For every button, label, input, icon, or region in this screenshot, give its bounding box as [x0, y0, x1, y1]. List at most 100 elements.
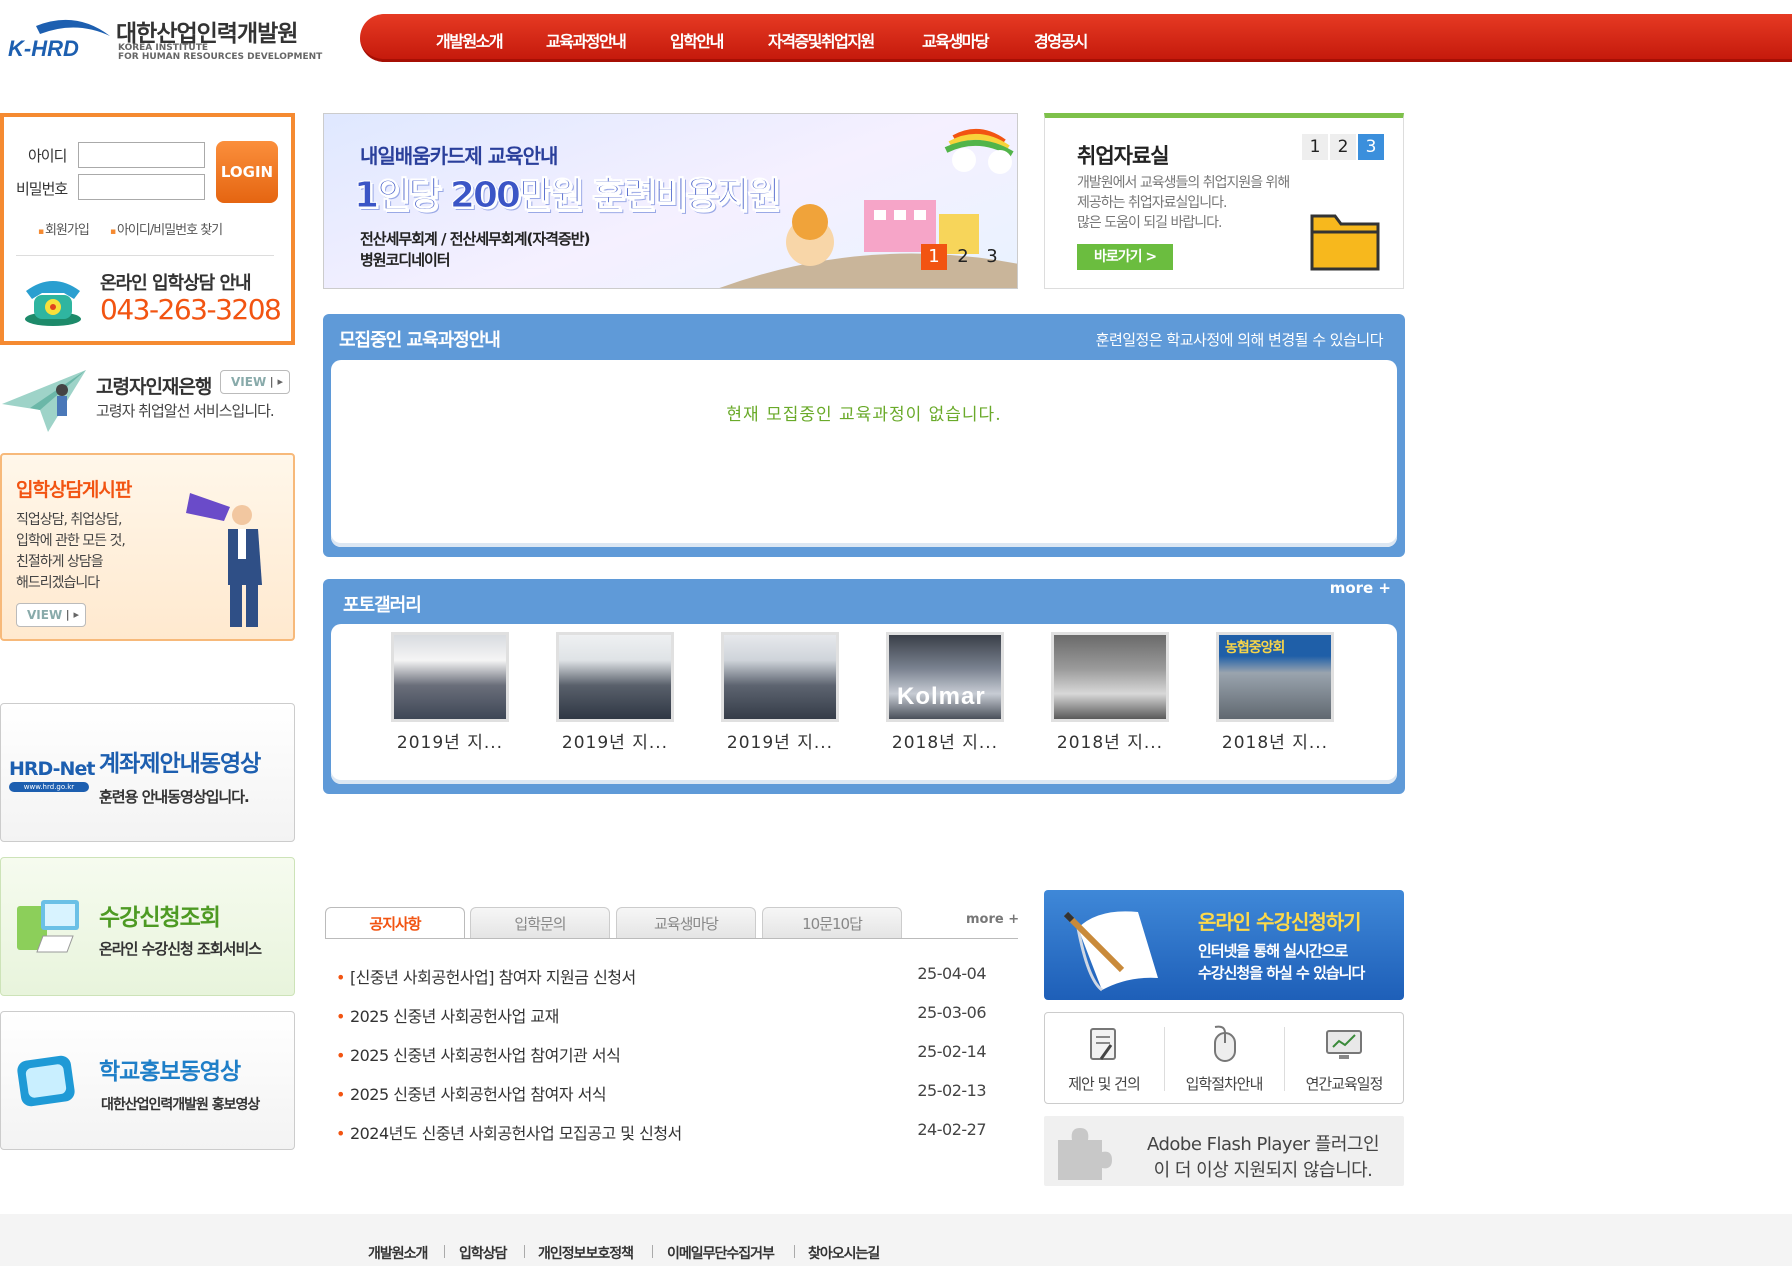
course-inquiry-banner[interactable]: 수강신청조회 온라인 수강신청 조회서비스	[0, 857, 295, 996]
consult-board-desc-1: 직업상담, 취업상담,	[16, 512, 122, 528]
notice-row-3[interactable]: • 2025 신중년 사회공헌사업 참여기관 서식 25-02-14	[336, 1042, 1016, 1070]
folder-icon	[1310, 214, 1380, 271]
page: K-HRD 대한산업인력개발원 KOREA INSTITUTE FOR HUMA…	[0, 0, 1792, 1266]
notice-row-4[interactable]: • 2025 신중년 사회공헌사업 참여자 서식 25-02-13	[336, 1081, 1016, 1109]
footer-link-privacy[interactable]: 개인정보보호정책	[538, 1243, 634, 1263]
consult-view-button[interactable]: VIEW	[16, 603, 86, 627]
recruiting-note: 훈련일정은 학교사정에 의해 변경될 수 있습니다	[1095, 331, 1384, 349]
login-panel: 아이디 비밀번호 LOGIN 회원가입 아이디/비밀번호 찾기 온라인 입학상담…	[0, 113, 295, 345]
gallery-caption-3[interactable]: 2019년 지...	[700, 728, 860, 753]
join-link[interactable]: 회원가입	[38, 219, 90, 238]
hrd-net-banner[interactable]: HRD-Net www.hrd.go.kr 계좌제안내동영상 훈련용 안내동영상…	[0, 703, 295, 842]
gallery-thumb-1[interactable]	[391, 632, 509, 722]
quick-link-suggestion[interactable]: 제안 및 건의	[1045, 1013, 1163, 1103]
notice-date: 25-02-13	[917, 1081, 986, 1100]
gallery-thumb-4[interactable]: Kolmar	[886, 632, 1004, 722]
paper-plane-icon	[2, 370, 86, 432]
nav-students[interactable]: 교육생마당	[922, 28, 990, 52]
khrd-logo[interactable]: K-HRD	[6, 14, 114, 64]
job-page-1[interactable]: 1	[1302, 134, 1328, 160]
notice-row-5[interactable]: • 2024년도 신중년 사회공헌사업 모집공고 및 신청서 24-02-27	[336, 1120, 1016, 1148]
tv-icon	[17, 1055, 75, 1107]
mouse-icon	[1214, 1025, 1236, 1062]
id-input[interactable]	[78, 142, 205, 168]
site-name-en-2: FOR HUMAN RESOURCES DEVELOPMENT	[118, 52, 323, 62]
gallery-thumb-3[interactable]	[721, 632, 839, 722]
footer-link-consult[interactable]: 입학상담	[459, 1243, 508, 1263]
gallery-caption-6[interactable]: 2018년 지...	[1195, 728, 1355, 753]
course-inquiry-desc: 온라인 수강신청 조회서비스	[99, 940, 262, 958]
plugin-puzzle-icon	[1058, 1128, 1112, 1180]
divider	[524, 1245, 525, 1258]
logo-text: K-HRD	[8, 36, 79, 61]
gallery-caption-4[interactable]: 2018년 지...	[865, 728, 1025, 753]
nav-disclosure[interactable]: 경영공시	[1034, 28, 1088, 52]
gallery-title: 포토갤러리	[343, 595, 422, 616]
tab-divider	[325, 938, 1018, 939]
footer-link-email-refusal[interactable]: 이메일무단수집거부	[667, 1243, 775, 1263]
nav-courses[interactable]: 교육과정안내	[546, 28, 627, 52]
notice-title[interactable]: 2025 신중년 사회공헌사업 참여자 서식	[350, 1085, 607, 1104]
hrd-video-title: 계좌제안내동영상	[99, 751, 261, 777]
telephone-icon	[25, 281, 81, 326]
tab-admission-inquiry[interactable]: 입학문의	[470, 907, 610, 939]
elder-bank-banner[interactable]: 고령자인재은행 VIEW 고령자 취업알선 서비스입니다.	[0, 360, 295, 445]
job-page-2[interactable]: 2	[1330, 134, 1356, 160]
consult-phone: 043-263-3208	[100, 293, 282, 326]
banner-page-2[interactable]: 2	[950, 244, 976, 270]
notice-title[interactable]: 2024년도 신중년 사회공헌사업 모집공고 및 신청서	[350, 1124, 682, 1143]
nav-about[interactable]: 개발원소개	[436, 28, 504, 52]
quick-link-admission-process[interactable]: 입학절차안내	[1165, 1013, 1283, 1103]
notice-title[interactable]: 2025 신중년 사회공헌사업 교재	[350, 1007, 559, 1026]
gallery-thumb-2[interactable]	[556, 632, 674, 722]
gallery-caption-5[interactable]: 2018년 지...	[1030, 728, 1190, 753]
notice-title[interactable]: 2025 신중년 사회공헌사업 참여기관 서식	[350, 1046, 621, 1065]
elder-bank-desc: 고령자 취업알선 서비스입니다.	[96, 402, 275, 420]
course-inquiry-title: 수강신청조회	[99, 905, 221, 931]
elder-view-button[interactable]: VIEW	[220, 370, 290, 394]
main-nav: 개발원소개 교육과정안내 입학안내 자격증및취업지원 교육생마당 경영공시	[360, 14, 1792, 62]
footer-link-directions[interactable]: 찾아오시는길	[808, 1243, 880, 1263]
gallery-sign-nonghyup: 농협중앙회	[1225, 640, 1285, 656]
tab-student-forum[interactable]: 교육생마당	[616, 907, 756, 939]
job-desc-2: 제공하는 취업자료실입니다.	[1077, 195, 1227, 211]
photo-gallery-panel: 포토갤러리 more + 2019년 지... 2019년 지... 2019년…	[323, 579, 1405, 794]
gallery-caption-1[interactable]: 2019년 지...	[370, 728, 530, 753]
banner-page-1[interactable]: 1	[921, 244, 947, 270]
tab-notice[interactable]: 공지사항	[325, 907, 465, 939]
promo-video-banner[interactable]: 학교홍보동영상 대한산업인력개발원 홍보영상	[0, 1011, 295, 1150]
tab-faq[interactable]: 10문10답	[762, 907, 902, 939]
gallery-thumb-5[interactable]	[1051, 632, 1169, 722]
notice-more-link[interactable]: more +	[966, 912, 1019, 927]
notice-row-2[interactable]: • 2025 신중년 사회공헌사업 교재 25-03-06	[336, 1003, 1016, 1031]
consult-board-banner[interactable]: 입학상담게시판 직업상담, 취업상담, 입학에 관한 모든 것, 친절하게 상담…	[0, 453, 295, 641]
flash-plugin-notice: Adobe Flash Player 플러그인 이 더 이상 지원되지 않습니다…	[1044, 1116, 1404, 1186]
password-input[interactable]	[78, 174, 205, 200]
notice-date: 25-02-14	[917, 1042, 986, 1061]
recruiting-title: 모집중인 교육과정안내	[339, 330, 501, 351]
find-account-link[interactable]: 아이디/비밀번호 찾기	[110, 219, 223, 238]
notice-row-1[interactable]: • [신중년 사회공헌사업] 참여자 지원금 신청서 25-04-04	[336, 964, 1016, 992]
job-page-3[interactable]: 3	[1358, 134, 1384, 160]
flash-notice-line-2: 이 더 이상 지원되지 않습니다.	[1153, 1160, 1373, 1181]
quick-links: 제안 및 건의 입학절차안내 연간교육일정	[1044, 1012, 1404, 1104]
job-desc-1: 개발원에서 교육생들의 취업지원을 위해	[1077, 175, 1290, 191]
promo-video-title: 학교홍보동영상	[99, 1059, 241, 1085]
online-apply-banner[interactable]: 온라인 수강신청하기 인터넷을 통해 실시간으로 수강신청을 하실 수 있습니다	[1044, 890, 1404, 1000]
footer-link-about[interactable]: 개발원소개	[368, 1243, 428, 1263]
password-label: 비밀번호	[16, 180, 68, 198]
elder-bank-title: 고령자인재은행	[96, 376, 212, 398]
notice-title[interactable]: [신중년 사회공헌사업] 참여자 지원금 신청서	[350, 968, 636, 987]
banner-page-3[interactable]: 3	[979, 244, 1005, 270]
divider	[444, 1245, 445, 1258]
job-go-button[interactable]: 바로가기 >	[1077, 244, 1173, 270]
gallery-thumb-6[interactable]: 농협중앙회	[1216, 632, 1334, 722]
id-label: 아이디	[28, 147, 67, 165]
gallery-caption-2[interactable]: 2019년 지...	[535, 728, 695, 753]
login-button[interactable]: LOGIN	[216, 141, 278, 203]
nav-certificate-jobs[interactable]: 자격증및취업지원	[768, 28, 875, 52]
main-banner-slider[interactable]: 내일배움카드제 교육안내 1인당 200만원 훈련비용지원 전산세무회계 / 전…	[323, 113, 1018, 289]
quick-link-annual-schedule[interactable]: 연간교육일정	[1285, 1013, 1403, 1103]
nav-admission[interactable]: 입학안내	[670, 28, 724, 52]
gallery-more-link[interactable]: more +	[1330, 579, 1391, 597]
